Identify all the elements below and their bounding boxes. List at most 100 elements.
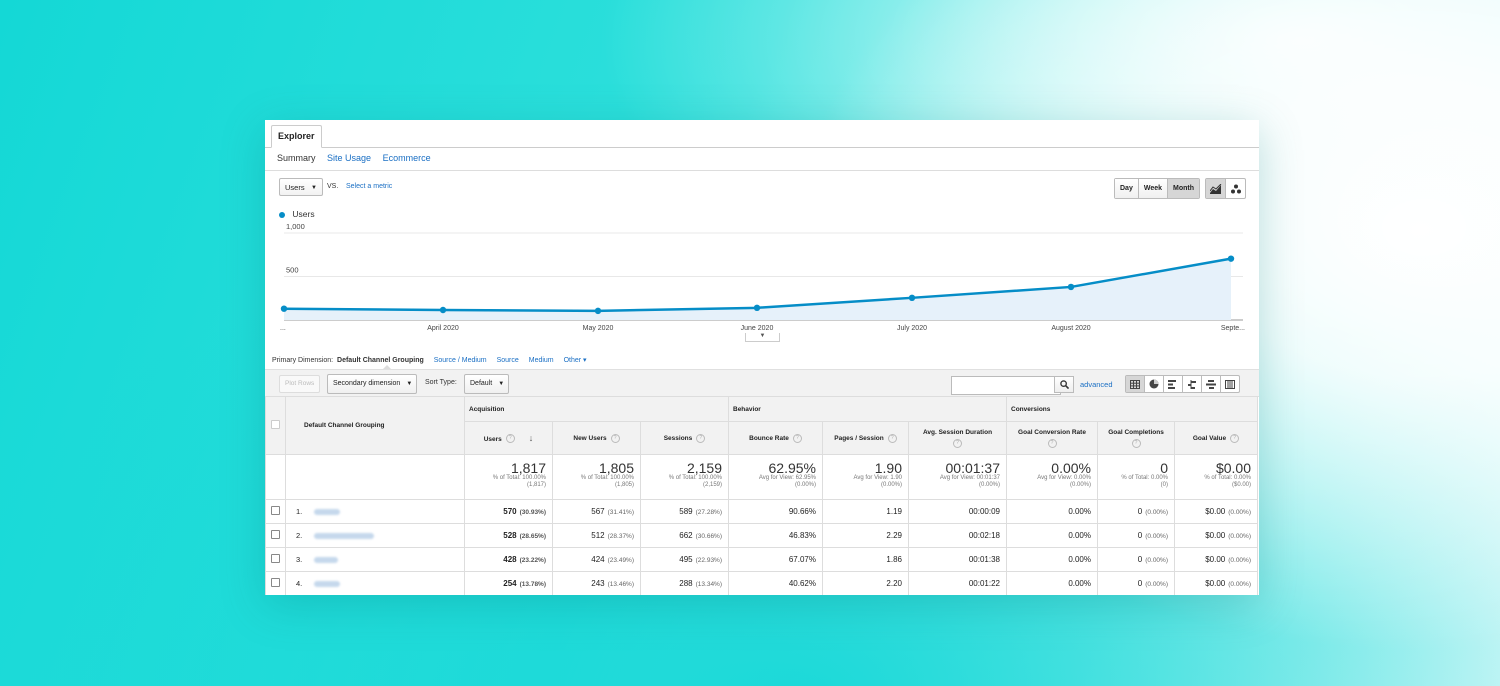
motion-chart-icon [1230,184,1241,193]
cell-bounce-rate: 40.62% [728,571,823,595]
dimension-column-header[interactable]: Default Channel Grouping [285,396,465,455]
row-dimension-cell[interactable]: 1. [285,499,465,524]
column-header-pages-session[interactable]: Pages / Session? [822,421,909,455]
row-checkbox[interactable] [271,506,280,515]
cell-pages-session: 1.86 [822,547,909,572]
search-button[interactable] [1054,376,1074,393]
column-header-users[interactable]: Users? ↓ [464,421,553,455]
primary-dimension-selected[interactable]: Default Channel Grouping [337,357,424,364]
pie-view-button[interactable] [1145,376,1164,392]
help-icon: ? [1131,438,1141,448]
data-point[interactable] [439,306,447,314]
row-checkbox[interactable] [271,578,280,587]
dimension-option-medium[interactable]: Medium [529,357,554,364]
row-dimension-cell[interactable]: 2. [285,523,465,548]
plot-rows-button[interactable]: Plot Rows [279,375,321,393]
table-view-button[interactable] [1126,376,1145,392]
cell-goal-value: $0.00 (0.00%) [1174,571,1258,595]
subtab-ecommerce[interactable]: Ecommerce [383,153,431,163]
table-search-input[interactable] [951,376,1061,395]
chevron-down-icon: ▼ [406,381,413,387]
x-tick-label: August 2020 [1051,325,1090,332]
redacted-channel-name [314,509,341,516]
subtab-summary[interactable]: Summary [277,153,316,163]
cell-goal-value: $0.00 (0.00%) [1174,523,1258,548]
sort-arrow-icon: ↓ [528,432,534,443]
cell-users: 428 (23.22%) [464,547,553,572]
total-pages-session: 1.90 Avg for View: 1.90 (0.00%) [822,454,909,500]
data-point[interactable] [594,307,602,315]
select-metric-link[interactable]: Select a metric [346,183,392,190]
column-header-goal-conversion-rate[interactable]: Goal Conversion Rate? [1006,421,1098,455]
dimension-option-source-medium[interactable]: Source / Medium [434,357,487,364]
metric-select-value: Users [285,183,305,192]
x-tick-label: April 2020 [427,325,459,332]
column-header-goal-value[interactable]: Goal Value? [1174,421,1258,455]
comparison-view-button[interactable] [1183,376,1202,392]
chart-collapse-toggle[interactable]: ▼ [745,333,780,342]
data-point[interactable] [1067,283,1075,291]
sort-type-dropdown[interactable]: Default ▼ [464,374,510,394]
row-dimension-cell[interactable]: 4. [285,571,465,595]
cell-new-users: 243 (13.46%) [552,571,641,595]
redacted-channel-name [314,557,339,564]
row-checkbox-cell [265,499,286,524]
help-icon: ? [696,433,706,443]
pivot-view-button[interactable] [1221,376,1239,392]
period-week-button[interactable]: Week [1138,179,1169,198]
cell-goal-completions: 0 (0.00%) [1097,547,1175,572]
data-point[interactable] [1227,255,1235,262]
row-checkbox[interactable] [271,554,280,563]
column-header-goal-completions[interactable]: Goal Completions? [1097,421,1175,455]
select-all-checkbox[interactable] [271,420,280,429]
search-icon [1059,380,1069,389]
performance-view-icon [1168,379,1176,389]
total-users: 1,817% of Total: 100.00% (1,817) [464,454,553,500]
column-header-new-users[interactable]: New Users? [552,421,641,455]
sort-type-value: Default [470,380,493,387]
column-header-sessions[interactable]: Sessions? [640,421,729,455]
x-tick-label: May 2020 [583,325,614,332]
column-header-avg-session-duration[interactable]: Avg. Session Duration? [908,421,1007,455]
period-day-button[interactable]: Day [1115,179,1139,198]
total-goal-value: $0.00% of Total: 0.00% ($0.00) [1174,454,1258,500]
dimension-option-other[interactable]: Other ▾ [564,357,587,364]
line-chart-icon [1209,183,1221,194]
data-point[interactable] [908,294,916,302]
sort-type-label: Sort Type: [425,379,457,386]
metric-select[interactable]: Users ▼ [279,178,323,196]
dimension-option-source[interactable]: Source [497,357,519,364]
cell-goal-value: $0.00 (0.00%) [1174,547,1258,572]
table-toolbar: Plot Rows Secondary dimension ▼ Sort Typ… [265,369,1259,397]
row-dimension-cell[interactable]: 3. [285,547,465,572]
table-view-icon [1130,379,1140,389]
totals-spacer [265,454,286,500]
pie-view-icon [1149,379,1159,389]
table-row: 1. 570 (30.93%) 567 (31.41%) 589 (27.28%) 90.66… [265,499,1258,524]
secondary-dimension-dropdown[interactable]: Secondary dimension ▼ [327,374,418,394]
cell-goal-conversion: 0.00% [1006,523,1098,548]
tab-explorer[interactable]: Explorer [271,125,322,148]
data-point[interactable] [280,305,288,312]
row-checkbox[interactable] [271,530,280,539]
subtab-site-usage[interactable]: Site Usage [327,153,371,163]
term-cloud-button[interactable] [1202,376,1221,392]
advanced-filter-link[interactable]: advanced [1080,380,1113,389]
column-header-bounce-rate[interactable]: Bounce Rate? [728,421,823,455]
group-conversions: Conversions [1006,396,1258,422]
data-point[interactable] [753,304,761,312]
performance-view-button[interactable] [1164,376,1183,392]
redacted-channel-name [314,533,375,540]
cell-goal-completions: 0 (0.00%) [1097,571,1175,595]
cell-pages-session: 2.29 [822,523,909,548]
line-chart-button[interactable] [1206,179,1226,198]
period-month-button[interactable]: Month [1168,179,1200,198]
legend-label: Users [292,209,315,219]
cell-goal-conversion: 0.00% [1006,571,1098,595]
total-sessions: 2,159% of Total: 100.00% (2,159) [640,454,729,500]
primary-dimension-label: Primary Dimension: [272,357,334,364]
table-row: 2. 528 (28.65%) 512 (28.37%) 662 (30.66%) 46.83… [265,523,1258,548]
cell-goal-completions: 0 (0.00%) [1097,499,1175,524]
total-goal-conversion-rate: 0.00% Avg for View: 0.00% (0.00%) [1006,454,1098,500]
motion-chart-button[interactable] [1226,179,1245,198]
